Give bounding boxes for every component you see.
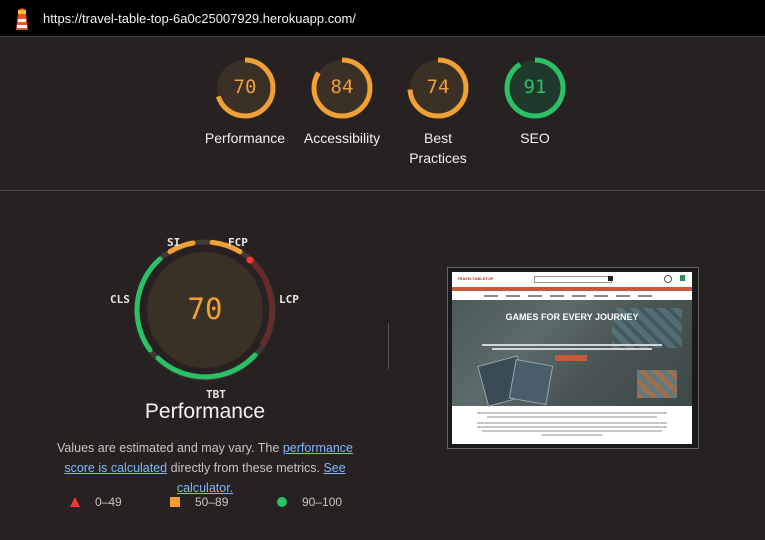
- screenshot-content: TRAVELTABLETOP GAMES FOR EVERY JOURNEY: [452, 272, 692, 444]
- gauge-score: 84: [330, 76, 354, 98]
- screenshot-searchbar: [534, 276, 612, 283]
- legend-range: 0–49: [95, 495, 122, 509]
- legend-range: 90–100: [302, 495, 343, 509]
- legend-range: 50–89: [195, 495, 229, 509]
- screenshot-navbar: TRAVELTABLETOP: [452, 272, 692, 286]
- report-header: https://travel-table-top-6a0c25007929.he…: [0, 0, 765, 37]
- metric-cls-label: CLS: [110, 293, 130, 306]
- gauge-performance[interactable]: 70 Performance: [195, 56, 295, 148]
- gauge-accessibility[interactable]: 84 Accessibility: [292, 56, 392, 148]
- lighthouse-icon: [16, 8, 28, 30]
- circle-icon: [277, 497, 287, 507]
- metric-lcp-label: LCP: [279, 293, 299, 306]
- square-icon: [170, 497, 180, 507]
- gauge-label: SEO: [520, 130, 550, 146]
- gauge-label: Best Practices: [409, 130, 467, 166]
- gauge-best-practices[interactable]: 74 Best Practices: [388, 56, 488, 168]
- performance-description: Values are estimated and may vary. The p…: [40, 438, 370, 498]
- performance-title: Performance: [144, 400, 266, 423]
- metric-fcp-label: FCP: [228, 236, 248, 249]
- gauge-score: 74: [426, 76, 450, 98]
- performance-score: 70: [187, 292, 223, 326]
- gauge-label: Accessibility: [303, 130, 381, 146]
- gauge-score: 91: [523, 76, 547, 98]
- screenshot-hero: GAMES FOR EVERY JOURNEY: [452, 300, 692, 407]
- cart-icon: [680, 275, 685, 281]
- gauge-label: Performance: [204, 130, 286, 146]
- account-icon: [664, 275, 672, 283]
- metric-si-label: SI: [167, 236, 181, 249]
- vertical-divider: [388, 323, 389, 369]
- gauge-score: 70: [233, 76, 257, 98]
- page-screenshot-thumbnail[interactable]: TRAVELTABLETOP GAMES FOR EVERY JOURNEY: [447, 267, 699, 449]
- screenshot-hero-button: [555, 355, 587, 361]
- description-text: Values are estimated and may vary. The: [57, 441, 283, 455]
- lcp-dot: [246, 256, 254, 264]
- description-text: directly from these metrics.: [167, 461, 324, 475]
- section-divider: [0, 190, 765, 191]
- report-url[interactable]: https://travel-table-top-6a0c25007929.he…: [43, 11, 356, 26]
- summary-gauges: 70 Performance 84 Accessibility 74 Best …: [0, 36, 765, 190]
- screenshot-banner: [452, 287, 692, 291]
- screenshot-logo: TRAVELTABLETOP: [457, 276, 494, 281]
- gauge-seo[interactable]: 91 SEO: [485, 56, 585, 148]
- screenshot-hero-title: GAMES FOR EVERY JOURNEY: [505, 312, 639, 322]
- triangle-icon: [70, 497, 80, 507]
- screenshot-search-button: [608, 276, 613, 281]
